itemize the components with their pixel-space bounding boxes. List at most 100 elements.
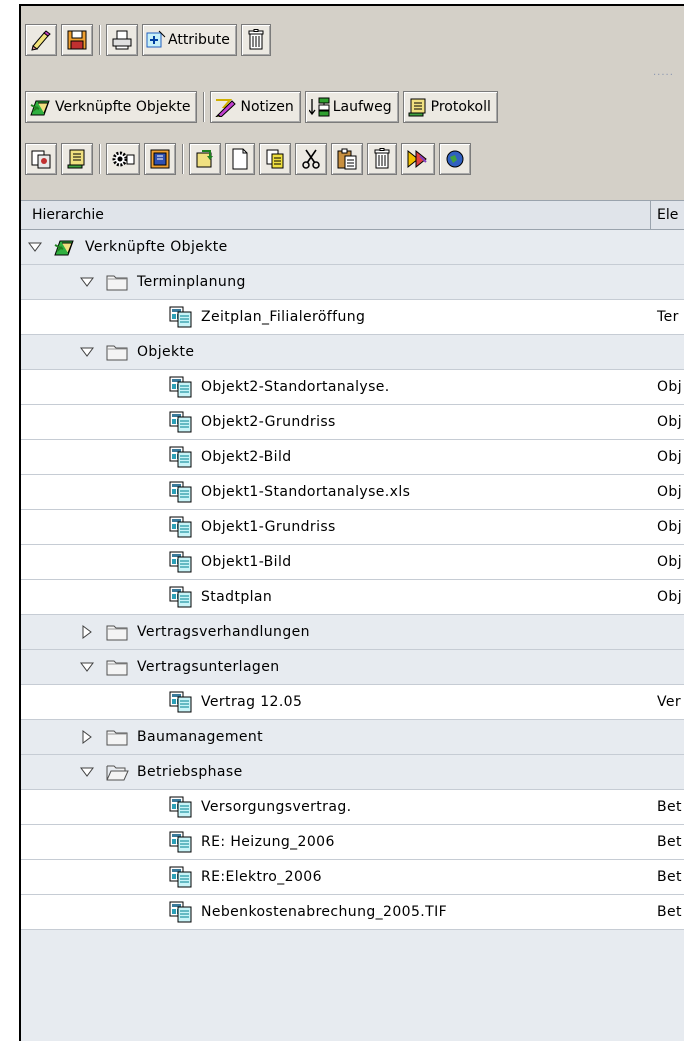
blank-page-icon	[230, 148, 250, 170]
element-cell-value: Obj	[657, 414, 682, 430]
document-icon	[169, 376, 193, 398]
expand-toggle-right-icon[interactable]	[79, 729, 95, 745]
delete-item-button[interactable]	[367, 143, 397, 175]
hierarchy-cell: RE:Elektro_2006	[21, 860, 651, 894]
hierarchy-cell: Objekt2-Bild	[21, 440, 651, 474]
tree-row-folder[interactable]: Terminplanung	[21, 265, 684, 300]
globe-icon	[444, 148, 466, 170]
tree-node-label: Vertragsverhandlungen	[137, 624, 310, 640]
hierarchy-cell: Vertrag 12.05	[21, 685, 651, 719]
scissors-icon	[300, 148, 322, 170]
protocol-label: Protokoll	[430, 99, 491, 115]
linked-objects-button[interactable]: Verknüpfte Objekte	[25, 91, 198, 123]
application-window: Attribute ····· Verknüpfte Objekte Notiz…	[19, 4, 684, 1041]
element-cell: Obj	[651, 440, 684, 474]
element-column-header[interactable]: Ele	[651, 201, 684, 229]
tree-row-document[interactable]: Nebenkostenabrechung_2005.TIF Bet	[21, 895, 684, 930]
attribute-button[interactable]: Attribute	[142, 24, 237, 56]
tree-row-folder[interactable]: Verknüpfte Objekte	[21, 230, 684, 265]
hierarchy-cell: Vertragsunterlagen	[21, 650, 651, 684]
new-document-button[interactable]	[225, 143, 255, 175]
element-cell-value: Obj	[657, 484, 682, 500]
tree-row-folder[interactable]: Vertragsunterlagen	[21, 650, 684, 685]
grid-header: Hierarchie Ele	[21, 200, 684, 230]
tree-row-document[interactable]: Vertrag 12.05 Ver	[21, 685, 684, 720]
document-icon	[169, 411, 193, 433]
expand-toggle-down-icon[interactable]	[79, 659, 95, 675]
scroll-icon	[407, 97, 429, 117]
tree-row-document[interactable]: Zeitplan_Filialeröffung Ter	[21, 300, 684, 335]
notes-label: Notizen	[240, 99, 294, 115]
tree-row-document[interactable]: Objekt1-Bild Obj	[21, 545, 684, 580]
gear-icon	[111, 148, 135, 170]
element-cell-value: Obj	[657, 554, 682, 570]
expand-toggle-down-icon[interactable]	[79, 344, 95, 360]
element-cell: Bet	[651, 825, 684, 859]
tree-row-document[interactable]: Objekt1-Standortanalyse.xls Obj	[21, 475, 684, 510]
tree-row-document[interactable]: Objekt1-Grundriss Obj	[21, 510, 684, 545]
tree-row-folder[interactable]: Vertragsverhandlungen	[21, 615, 684, 650]
protocol-button[interactable]: Protokoll	[402, 91, 498, 123]
move-button[interactable]	[189, 143, 221, 175]
toolbar-separator	[99, 25, 101, 55]
settings-button[interactable]	[106, 143, 140, 175]
tree-row-folder[interactable]: Objekte	[21, 335, 684, 370]
element-cell: Obj	[651, 405, 684, 439]
tree-row-document[interactable]: Objekt2-Grundriss Obj	[21, 405, 684, 440]
tree-row-document[interactable]: Objekt2-Bild Obj	[21, 440, 684, 475]
tree-row-document[interactable]: Objekt2-Standortanalyse. Obj	[21, 370, 684, 405]
folder-icon	[105, 622, 129, 642]
folder-open-icon	[105, 762, 129, 782]
main-toolbar: Attribute	[21, 20, 684, 60]
hierarchy-cell: Objekte	[21, 335, 651, 369]
cut-button[interactable]	[295, 143, 327, 175]
tree-row-document[interactable]: RE:Elektro_2006 Bet	[21, 860, 684, 895]
expand-toggle-down-icon[interactable]	[79, 764, 95, 780]
more-button[interactable]	[439, 143, 471, 175]
copy-button[interactable]	[259, 143, 291, 175]
paste-button[interactable]	[331, 143, 363, 175]
element-cell-value: Obj	[657, 449, 682, 465]
element-cell: Obj	[651, 545, 684, 579]
notes-button[interactable]: Notizen	[210, 91, 301, 123]
trash-icon	[246, 29, 266, 51]
document-icon	[169, 481, 193, 503]
document-icon	[169, 551, 193, 573]
expand-toggle-right-icon[interactable]	[79, 624, 95, 640]
form-button[interactable]	[144, 143, 176, 175]
tree-row-document[interactable]: RE: Heizung_2006 Bet	[21, 825, 684, 860]
expand-toggle-down-icon[interactable]	[79, 274, 95, 290]
folder-icon	[105, 657, 129, 677]
document-icon	[169, 516, 193, 538]
log-button[interactable]	[61, 143, 93, 175]
element-cell: Obj	[651, 370, 684, 404]
details-button[interactable]	[25, 143, 57, 175]
tree-node-label: Versorgungsvertrag.	[201, 799, 352, 815]
pencil-icon	[30, 29, 52, 51]
element-cell: Obj	[651, 475, 684, 509]
document-icon	[169, 691, 193, 713]
tree-row-folder[interactable]: Betriebsphase	[21, 755, 684, 790]
element-cell-value: Bet	[657, 869, 682, 885]
tree-row-folder[interactable]: Baumanagement	[21, 720, 684, 755]
details-icon	[30, 148, 52, 170]
rename-button[interactable]	[401, 143, 435, 175]
edit-button[interactable]	[25, 24, 57, 56]
expand-toggle-down-icon[interactable]	[27, 239, 43, 255]
delete-button[interactable]	[240, 24, 271, 56]
tree-row-document[interactable]: Versorgungsvertrag. Bet	[21, 790, 684, 825]
attribute-icon	[146, 30, 166, 50]
tree-node-label: Objekte	[137, 344, 195, 360]
save-button[interactable]	[61, 24, 93, 56]
route-button[interactable]: Laufweg	[304, 91, 399, 123]
document-icon	[169, 796, 193, 818]
hierarchy-column-header[interactable]: Hierarchie	[21, 201, 651, 229]
print-button[interactable]	[106, 24, 138, 56]
element-cell-value: Bet	[657, 799, 682, 815]
hierarchy-cell: Zeitplan_Filialeröffung	[21, 300, 651, 334]
tree-node-label: Betriebsphase	[137, 764, 243, 780]
folder-icon	[105, 342, 129, 362]
tree-node-label: Vertrag 12.05	[201, 694, 303, 710]
element-cell-value: Ver	[657, 694, 682, 710]
tree-row-document[interactable]: Stadtplan Obj	[21, 580, 684, 615]
